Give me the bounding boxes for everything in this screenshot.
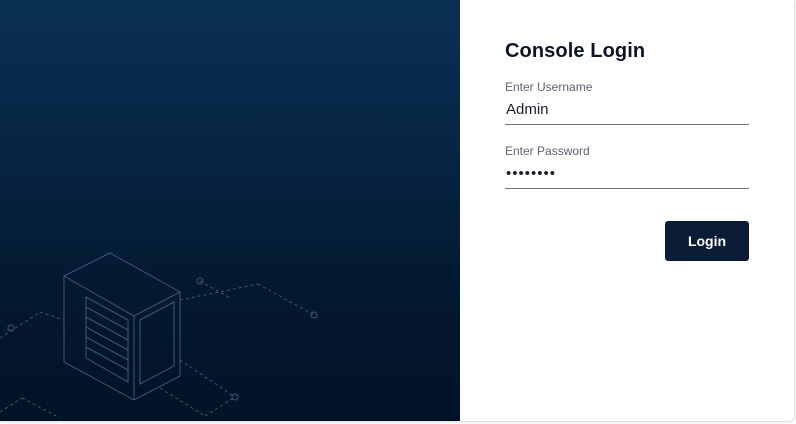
username-input[interactable]	[505, 99, 749, 125]
login-window: Console Login Enter Username Enter Passw…	[0, 0, 795, 422]
password-label: Enter Password	[505, 144, 590, 158]
username-label: Enter Username	[505, 80, 593, 94]
hero-panel	[0, 0, 460, 421]
login-title: Console Login	[505, 40, 646, 62]
login-panel: Console Login Enter Username Enter Passw…	[460, 0, 794, 421]
password-field: Enter Password	[505, 144, 749, 189]
login-button[interactable]: Login	[665, 221, 749, 261]
password-input[interactable]	[505, 163, 749, 189]
server-rack-illustration	[0, 252, 318, 419]
username-field: Enter Username	[505, 80, 749, 125]
